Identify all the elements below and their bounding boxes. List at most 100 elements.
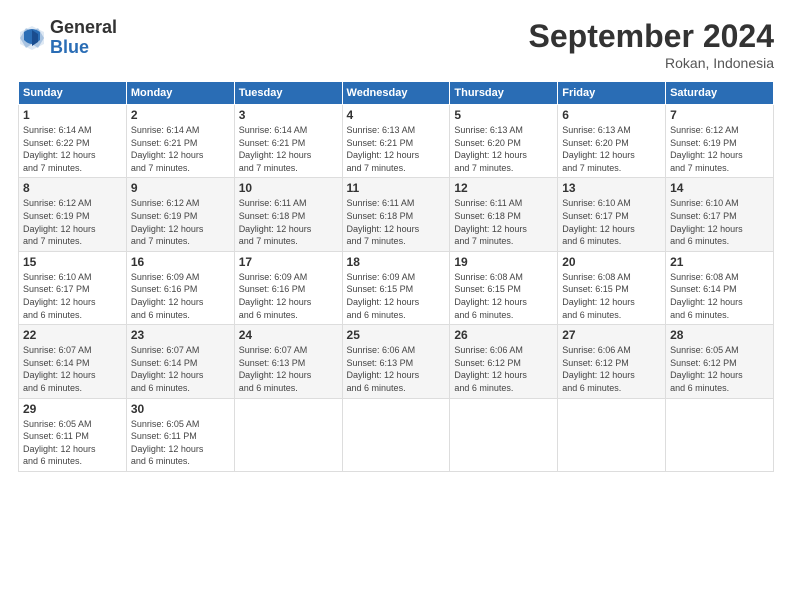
- day-number: 9: [131, 181, 230, 195]
- day-info: Sunrise: 6:14 AMSunset: 6:21 PMDaylight:…: [239, 124, 338, 174]
- day-info: Sunrise: 6:10 AMSunset: 6:17 PMDaylight:…: [670, 197, 769, 247]
- day-info: Sunrise: 6:14 AMSunset: 6:22 PMDaylight:…: [23, 124, 122, 174]
- day-info: Sunrise: 6:05 AMSunset: 6:11 PMDaylight:…: [23, 418, 122, 468]
- logo-blue-text: Blue: [50, 38, 117, 58]
- day-number: 19: [454, 255, 553, 269]
- calendar-header: Sunday Monday Tuesday Wednesday Thursday…: [19, 82, 774, 105]
- day-number: 24: [239, 328, 338, 342]
- day-info: Sunrise: 6:07 AMSunset: 6:14 PMDaylight:…: [131, 344, 230, 394]
- table-row: 15Sunrise: 6:10 AMSunset: 6:17 PMDayligh…: [19, 251, 127, 324]
- day-info: Sunrise: 6:06 AMSunset: 6:12 PMDaylight:…: [562, 344, 661, 394]
- day-info: Sunrise: 6:11 AMSunset: 6:18 PMDaylight:…: [454, 197, 553, 247]
- day-info: Sunrise: 6:09 AMSunset: 6:15 PMDaylight:…: [347, 271, 446, 321]
- day-info: Sunrise: 6:07 AMSunset: 6:13 PMDaylight:…: [239, 344, 338, 394]
- day-info: Sunrise: 6:10 AMSunset: 6:17 PMDaylight:…: [23, 271, 122, 321]
- day-info: Sunrise: 6:05 AMSunset: 6:11 PMDaylight:…: [131, 418, 230, 468]
- table-row: [558, 398, 666, 471]
- day-info: Sunrise: 6:13 AMSunset: 6:21 PMDaylight:…: [347, 124, 446, 174]
- day-info: Sunrise: 6:06 AMSunset: 6:12 PMDaylight:…: [454, 344, 553, 394]
- table-row: 10 Sunrise: 6:11 AMSunset: 6:18 PMDayligh…: [234, 178, 342, 251]
- table-row: 2 Sunrise: 6:14 AMSunset: 6:21 PMDaylight…: [126, 105, 234, 178]
- table-row: 21Sunrise: 6:08 AMSunset: 6:14 PMDayligh…: [666, 251, 774, 324]
- title-block: September 2024 Rokan, Indonesia: [529, 18, 774, 71]
- header: General Blue September 2024 Rokan, Indon…: [18, 18, 774, 71]
- table-row: 5 Sunrise: 6:13 AMSunset: 6:20 PMDaylight…: [450, 105, 558, 178]
- logo-icon: [18, 24, 46, 52]
- table-row: 26 Sunrise: 6:06 AMSunset: 6:12 PMDayligh…: [450, 325, 558, 398]
- table-row: 17 Sunrise: 6:09 AMSunset: 6:16 PMDayligh…: [234, 251, 342, 324]
- table-row: 27 Sunrise: 6:06 AMSunset: 6:12 PMDayligh…: [558, 325, 666, 398]
- day-info: Sunrise: 6:12 AMSunset: 6:19 PMDaylight:…: [131, 197, 230, 247]
- th-tuesday: Tuesday: [234, 82, 342, 105]
- table-row: [234, 398, 342, 471]
- table-row: 19 Sunrise: 6:08 AMSunset: 6:15 PMDayligh…: [450, 251, 558, 324]
- table-row: 8 Sunrise: 6:12 AMSunset: 6:19 PMDaylight…: [19, 178, 127, 251]
- day-number: 22: [23, 328, 122, 342]
- th-sunday: Sunday: [19, 82, 127, 105]
- day-info: Sunrise: 6:06 AMSunset: 6:13 PMDaylight:…: [347, 344, 446, 394]
- day-number: 23: [131, 328, 230, 342]
- day-number: 25: [347, 328, 446, 342]
- day-number: 7: [670, 108, 769, 122]
- day-number: 29: [23, 402, 122, 416]
- th-thursday: Thursday: [450, 82, 558, 105]
- day-number: 20: [562, 255, 661, 269]
- day-info: Sunrise: 6:05 AMSunset: 6:12 PMDaylight:…: [670, 344, 769, 394]
- logo: General Blue: [18, 18, 117, 58]
- month-title: September 2024: [529, 18, 774, 55]
- day-info: Sunrise: 6:07 AMSunset: 6:14 PMDaylight:…: [23, 344, 122, 394]
- day-info: Sunrise: 6:09 AMSunset: 6:16 PMDaylight:…: [239, 271, 338, 321]
- day-number: 5: [454, 108, 553, 122]
- day-info: Sunrise: 6:11 AMSunset: 6:18 PMDaylight:…: [347, 197, 446, 247]
- table-row: 28 Sunrise: 6:05 AMSunset: 6:12 PMDayligh…: [666, 325, 774, 398]
- table-row: 22 Sunrise: 6:07 AMSunset: 6:14 PMDayligh…: [19, 325, 127, 398]
- table-row: 4Sunrise: 6:13 AMSunset: 6:21 PMDaylight…: [342, 105, 450, 178]
- table-row: 25 Sunrise: 6:06 AMSunset: 6:13 PMDayligh…: [342, 325, 450, 398]
- day-info: Sunrise: 6:13 AMSunset: 6:20 PMDaylight:…: [454, 124, 553, 174]
- day-number: 2: [131, 108, 230, 122]
- day-info: Sunrise: 6:08 AMSunset: 6:15 PMDaylight:…: [454, 271, 553, 321]
- day-info: Sunrise: 6:12 AMSunset: 6:19 PMDaylight:…: [670, 124, 769, 174]
- day-number: 27: [562, 328, 661, 342]
- day-number: 28: [670, 328, 769, 342]
- page: General Blue September 2024 Rokan, Indon…: [0, 0, 792, 612]
- day-info: Sunrise: 6:10 AMSunset: 6:17 PMDaylight:…: [562, 197, 661, 247]
- table-row: 6Sunrise: 6:13 AMSunset: 6:20 PMDaylight…: [558, 105, 666, 178]
- day-number: 26: [454, 328, 553, 342]
- table-row: 14Sunrise: 6:10 AMSunset: 6:17 PMDayligh…: [666, 178, 774, 251]
- table-row: [342, 398, 450, 471]
- header-row: Sunday Monday Tuesday Wednesday Thursday…: [19, 82, 774, 105]
- th-wednesday: Wednesday: [342, 82, 450, 105]
- day-number: 1: [23, 108, 122, 122]
- day-info: Sunrise: 6:08 AMSunset: 6:15 PMDaylight:…: [562, 271, 661, 321]
- subtitle: Rokan, Indonesia: [529, 55, 774, 71]
- table-row: 24 Sunrise: 6:07 AMSunset: 6:13 PMDayligh…: [234, 325, 342, 398]
- day-number: 3: [239, 108, 338, 122]
- day-info: Sunrise: 6:09 AMSunset: 6:16 PMDaylight:…: [131, 271, 230, 321]
- day-info: Sunrise: 6:08 AMSunset: 6:14 PMDaylight:…: [670, 271, 769, 321]
- table-row: 29 Sunrise: 6:05 AMSunset: 6:11 PMDayligh…: [19, 398, 127, 471]
- calendar-body: 1 Sunrise: 6:14 AMSunset: 6:22 PMDaylight…: [19, 105, 774, 472]
- table-row: 16 Sunrise: 6:09 AMSunset: 6:16 PMDayligh…: [126, 251, 234, 324]
- day-number: 12: [454, 181, 553, 195]
- day-number: 8: [23, 181, 122, 195]
- day-number: 10: [239, 181, 338, 195]
- table-row: 18Sunrise: 6:09 AMSunset: 6:15 PMDayligh…: [342, 251, 450, 324]
- table-row: 1 Sunrise: 6:14 AMSunset: 6:22 PMDaylight…: [19, 105, 127, 178]
- table-row: 12 Sunrise: 6:11 AMSunset: 6:18 PMDayligh…: [450, 178, 558, 251]
- table-row: 23 Sunrise: 6:07 AMSunset: 6:14 PMDayligh…: [126, 325, 234, 398]
- day-number: 30: [131, 402, 230, 416]
- table-row: [666, 398, 774, 471]
- day-info: Sunrise: 6:12 AMSunset: 6:19 PMDaylight:…: [23, 197, 122, 247]
- day-number: 16: [131, 255, 230, 269]
- table-row: 7 Sunrise: 6:12 AMSunset: 6:19 PMDaylight…: [666, 105, 774, 178]
- logo-text: General Blue: [50, 18, 117, 58]
- th-friday: Friday: [558, 82, 666, 105]
- day-number: 17: [239, 255, 338, 269]
- logo-general-text: General: [50, 18, 117, 38]
- day-info: Sunrise: 6:11 AMSunset: 6:18 PMDaylight:…: [239, 197, 338, 247]
- day-info: Sunrise: 6:14 AMSunset: 6:21 PMDaylight:…: [131, 124, 230, 174]
- day-info: Sunrise: 6:13 AMSunset: 6:20 PMDaylight:…: [562, 124, 661, 174]
- table-row: [450, 398, 558, 471]
- table-row: 20 Sunrise: 6:08 AMSunset: 6:15 PMDayligh…: [558, 251, 666, 324]
